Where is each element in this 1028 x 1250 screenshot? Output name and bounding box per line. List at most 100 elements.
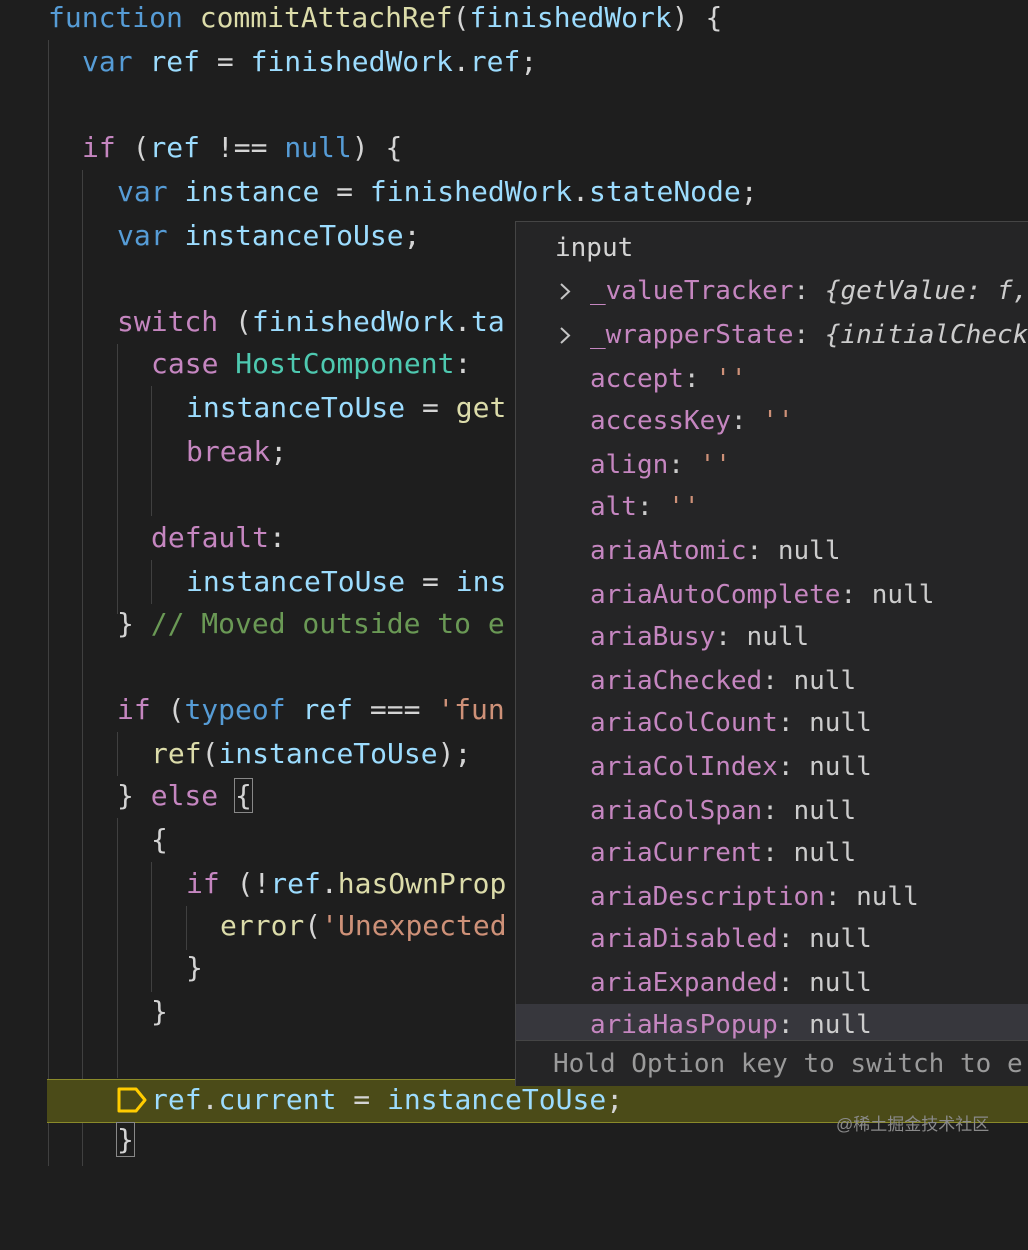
token-punct: .	[572, 175, 590, 208]
hover-tree-item[interactable]: ariaAtomic: null	[516, 530, 1028, 573]
token-property[interactable]: current	[218, 1083, 336, 1116]
token-param[interactable]: finishedWork	[469, 1, 671, 34]
property-sep: :	[715, 622, 747, 652]
property-sep: :	[762, 838, 794, 868]
property-value: null	[793, 796, 857, 826]
token-punct: (	[218, 305, 252, 338]
token-control-keyword: switch	[117, 305, 219, 338]
token-function-call[interactable]: ref	[151, 737, 202, 770]
token-punct: ) {	[351, 131, 403, 164]
hover-tree-item[interactable]: ariaDescription: null	[516, 876, 1028, 919]
property-key: ariaCurrent	[590, 838, 763, 868]
token-function-call[interactable]: hasOwnProp	[338, 867, 507, 900]
hover-tree-item[interactable]: ariaColSpan: null	[516, 790, 1028, 833]
token-variable[interactable]: instance	[184, 175, 319, 208]
property-key: ariaAutoComplete	[590, 580, 841, 610]
token-operator: =	[200, 45, 251, 78]
hover-tree-item[interactable]: ariaCurrent: null	[516, 832, 1028, 875]
token-comment: // Moved outside to e	[150, 607, 505, 640]
property-sep: :	[824, 882, 857, 912]
property-value: null	[793, 838, 857, 868]
token-variable[interactable]: ref	[270, 867, 321, 900]
token-control-keyword: else	[150, 779, 219, 812]
token-keyword: var	[117, 219, 168, 252]
token-punct: .	[201, 1083, 219, 1116]
property-key: ariaColSpan	[590, 796, 763, 826]
hover-status-hint: Hold Option key to switch to e	[516, 1040, 1028, 1086]
token-variable[interactable]: instanceToUse	[387, 1083, 606, 1116]
property-sep: :	[777, 968, 810, 998]
hover-tree-item[interactable]: accept: ''	[516, 358, 1028, 401]
token-punct: ;	[270, 435, 288, 468]
property-sep: :	[777, 708, 810, 738]
token-constant: null	[284, 131, 352, 164]
property-sep: :	[683, 364, 716, 394]
token-punct: );	[437, 737, 472, 770]
hover-tree-item[interactable]: _wrapperState: {initialCheck	[516, 314, 1028, 357]
token-variable[interactable]: ref	[302, 693, 353, 726]
token-property[interactable]: ta	[471, 305, 505, 338]
token-punct: }	[117, 607, 151, 640]
token-punct: ;	[740, 175, 758, 208]
property-sep: :	[762, 796, 794, 826]
hover-tree-item[interactable]: ariaExpanded: null	[516, 962, 1028, 1005]
chevron-right-icon[interactable]	[553, 314, 577, 357]
token-operator: !==	[200, 131, 285, 164]
token-variable[interactable]: instanceToUse	[186, 565, 405, 598]
token-variable[interactable]: instanceToUse	[186, 391, 405, 424]
token-function-name[interactable]: commitAttachRef	[200, 1, 453, 34]
token-variable[interactable]: instanceToUse	[218, 737, 437, 770]
code-editor[interactable]: function commitAttachRef(finishedWork) {…	[0, 0, 1028, 1166]
token-variable[interactable]: ins	[456, 565, 507, 598]
hover-tree-item[interactable]: _valueTracker: {getValue: f,	[516, 270, 1028, 313]
code-line-1: function commitAttachRef(finishedWork) {	[0, 0, 1028, 40]
token-operator: ===	[353, 693, 438, 726]
debug-hover-widget[interactable]: input _valueTracker: {getValue: f, _wrap…	[515, 221, 1028, 1086]
token-variable[interactable]: instanceToUse	[184, 219, 403, 252]
token-variable[interactable]: ref	[151, 1083, 202, 1116]
token-operator: =	[405, 391, 456, 424]
property-key: ariaAtomic	[590, 536, 747, 566]
property-key: _wrapperState	[590, 320, 794, 350]
token-function-call[interactable]: error	[220, 909, 304, 942]
hover-tree-item[interactable]: ariaBusy: null	[516, 616, 1028, 659]
hover-tree-item[interactable]: ariaAutoComplete: null	[516, 574, 1028, 617]
hover-tree-item[interactable]: align: ''	[516, 444, 1028, 487]
property-sep: :	[730, 406, 763, 436]
hover-tree-item[interactable]: accessKey: ''	[516, 400, 1028, 443]
token-operator: =	[336, 1083, 388, 1116]
token-keyword: typeof	[184, 693, 286, 726]
property-sep: :	[777, 1010, 810, 1040]
token-variable[interactable]: finishedWork	[251, 45, 453, 78]
token-property[interactable]: ref	[470, 45, 521, 78]
property-sep: :	[793, 320, 825, 350]
chevron-right-icon[interactable]	[553, 270, 577, 313]
token-punct: (!	[219, 867, 271, 900]
hover-tree-item[interactable]: ariaColCount: null	[516, 702, 1028, 745]
token-variable[interactable]: finishedWork	[370, 175, 572, 208]
hover-title: input	[555, 233, 634, 263]
code-line-2: var ref = finishedWork.ref;	[0, 40, 1028, 84]
token-string: 'fun	[437, 693, 505, 726]
property-key: ariaDescription	[590, 882, 825, 912]
token-property[interactable]: stateNode	[589, 175, 741, 208]
token-identifier[interactable]: HostComponent	[235, 347, 454, 380]
property-key: accessKey	[590, 406, 731, 436]
token-function-call[interactable]: get	[456, 391, 507, 424]
hover-tree-item[interactable]: ariaDisabled: null	[516, 918, 1028, 961]
token-control-keyword: if	[82, 131, 116, 164]
hover-tree-item[interactable]: alt: ''	[516, 486, 1028, 529]
hover-tree-item[interactable]: ariaChecked: null	[516, 660, 1028, 703]
token-variable[interactable]: finishedWork	[252, 305, 454, 338]
property-key: alt	[590, 492, 637, 522]
property-value: null	[809, 752, 872, 782]
hover-tree-item[interactable]: ariaColIndex: null	[516, 746, 1028, 789]
token-variable[interactable]: ref	[149, 131, 200, 164]
property-sep: :	[777, 752, 810, 782]
property-key: ariaExpanded	[590, 968, 778, 998]
token-variable[interactable]: ref	[149, 45, 200, 78]
property-value: ''	[668, 492, 700, 522]
token-keyword: var	[82, 45, 133, 78]
